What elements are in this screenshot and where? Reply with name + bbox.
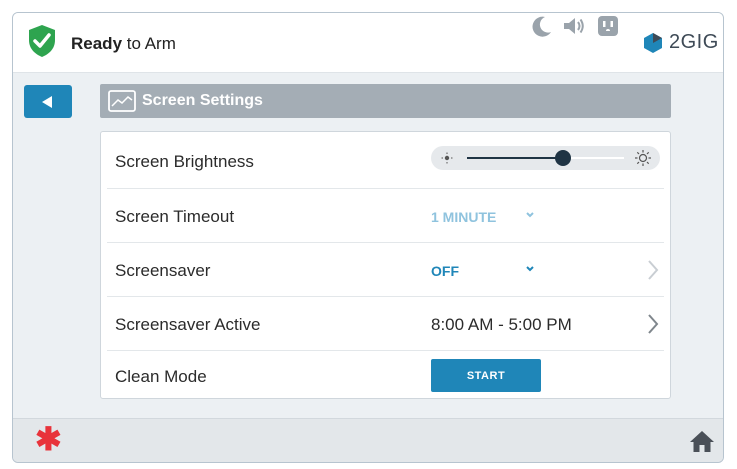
panel-frame: Ready to Arm 2GIG Screen Settings Screen… bbox=[12, 12, 724, 463]
chevron-down-icon bbox=[526, 212, 534, 218]
clean-mode-label: Clean Mode bbox=[115, 367, 207, 386]
speaker-icon[interactable] bbox=[561, 13, 587, 39]
chevron-right-icon[interactable] bbox=[647, 313, 659, 335]
arm-status-bold: Ready bbox=[71, 34, 123, 53]
moon-icon[interactable] bbox=[529, 13, 555, 39]
timeout-label: Screen Timeout bbox=[115, 207, 235, 226]
row-screen-brightness: Screen Brightness bbox=[107, 132, 664, 189]
screensaver-label: Screensaver bbox=[115, 261, 211, 280]
brand-name: 2GIG bbox=[669, 31, 719, 53]
logo-icon bbox=[644, 33, 662, 53]
screen-icon bbox=[108, 90, 136, 112]
back-button[interactable] bbox=[24, 85, 72, 118]
settings-list: Screen Brightness Screen Timeout 1 MINUT… bbox=[100, 131, 671, 399]
shield-check-icon bbox=[29, 25, 55, 57]
arm-status-rest: to Arm bbox=[122, 34, 176, 53]
row-screensaver[interactable]: Screensaver OFF bbox=[107, 243, 664, 297]
slider-thumb[interactable] bbox=[554, 150, 571, 166]
chevron-right-icon[interactable] bbox=[647, 259, 659, 281]
timeout-dropdown[interactable]: 1 MINUTE bbox=[431, 209, 534, 225]
back-arrow-icon bbox=[42, 96, 52, 108]
row-clean-mode: Clean Mode START bbox=[107, 351, 664, 399]
top-status-bar: Ready to Arm 2GIG bbox=[13, 13, 723, 73]
emergency-icon[interactable]: ✱ bbox=[35, 423, 62, 455]
row-screen-timeout: Screen Timeout 1 MINUTE bbox=[107, 189, 664, 243]
bottom-nav-bar: ✱ bbox=[13, 418, 723, 462]
screensaver-dropdown[interactable]: OFF bbox=[431, 263, 534, 279]
brightness-label: Screen Brightness bbox=[115, 152, 254, 171]
row-screensaver-active[interactable]: Screensaver Active 8:00 AM - 5:00 PM bbox=[107, 297, 664, 351]
sun-low-icon bbox=[441, 152, 453, 164]
chevron-down-icon bbox=[526, 266, 534, 272]
brightness-slider[interactable] bbox=[431, 146, 660, 170]
home-icon[interactable] bbox=[689, 429, 715, 453]
page-title: Screen Settings bbox=[142, 92, 263, 109]
timeout-value: 1 MINUTE bbox=[431, 209, 497, 225]
slider-fill bbox=[467, 157, 563, 159]
outlet-icon[interactable] bbox=[595, 13, 621, 39]
sun-high-icon bbox=[635, 150, 651, 166]
page-title-bar: Screen Settings bbox=[100, 84, 671, 118]
arm-status[interactable]: Ready to Arm bbox=[71, 34, 176, 54]
start-button[interactable]: START bbox=[431, 359, 541, 392]
screensaver-value: OFF bbox=[431, 263, 459, 279]
screensaver-active-value: 8:00 AM - 5:00 PM bbox=[431, 315, 572, 334]
screensaver-active-label: Screensaver Active bbox=[115, 315, 261, 334]
